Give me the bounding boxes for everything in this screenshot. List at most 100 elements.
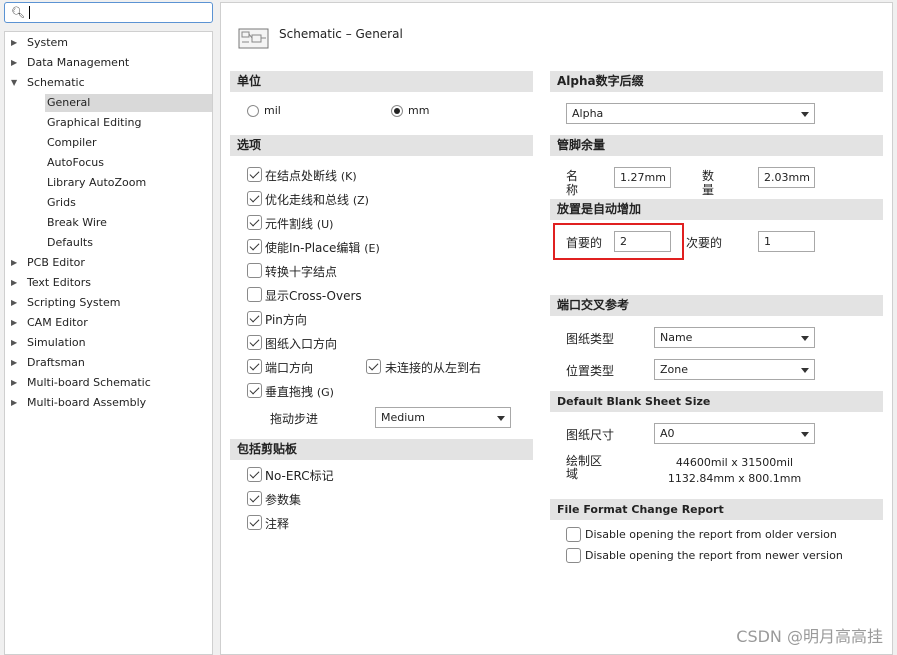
pin-number-margin-input[interactable]: 2.03mm bbox=[758, 167, 815, 188]
tree-item-graphical-editing[interactable]: Graphical Editing bbox=[45, 114, 212, 132]
secondary-increment-input[interactable]: 1 bbox=[758, 231, 815, 252]
pin-number-margin-label: 数量 bbox=[702, 169, 715, 197]
tree-item-label: Text Editors bbox=[27, 276, 92, 289]
primary-increment-label: 首要的 bbox=[566, 236, 603, 250]
search-icon: 🔍︎ bbox=[11, 6, 25, 19]
tree-item-label: Graphical Editing bbox=[47, 116, 142, 129]
sheet-type-select[interactable]: Name bbox=[654, 327, 815, 348]
primary-increment-input[interactable]: 2 bbox=[614, 231, 671, 252]
tree-item-general[interactable]: General bbox=[45, 94, 212, 112]
alpha-suffix-value: Alpha bbox=[572, 107, 604, 120]
expand-arrow-icon[interactable]: ▶ bbox=[11, 354, 17, 372]
dropdown-arrow-icon bbox=[801, 368, 809, 373]
disable-newer-version-report-checkbox[interactable] bbox=[566, 548, 581, 563]
tree-item-cam-editor[interactable]: ▶ CAM Editor bbox=[5, 314, 212, 332]
tree-item-multi-board-assembly[interactable]: ▶ Multi-board Assembly bbox=[5, 394, 212, 412]
option-label: 元件割线 (U) bbox=[265, 217, 334, 231]
option-label: 图纸入口方向 bbox=[265, 337, 338, 351]
expand-arrow-icon[interactable]: ▶ bbox=[11, 334, 17, 352]
pin-margin-section-header: 管脚余量 bbox=[550, 135, 883, 156]
tree-item-label: AutoFocus bbox=[47, 156, 104, 169]
tree-item-label: CAM Editor bbox=[27, 316, 88, 329]
option-label: 垂直拖拽 (G) bbox=[265, 385, 334, 399]
tree-item-label: Simulation bbox=[27, 336, 86, 349]
tree-item-draftsman[interactable]: ▶ Draftsman bbox=[5, 354, 212, 372]
dropdown-arrow-icon bbox=[801, 432, 809, 437]
display-cross-overs-checkbox[interactable] bbox=[247, 287, 262, 302]
drag-orthogonal-checkbox[interactable] bbox=[247, 383, 262, 398]
drawing-area-mm: 1132.84mm x 800.1mm bbox=[667, 472, 802, 485]
option-label: 优化走线和总线 (Z) bbox=[265, 193, 369, 207]
mil-radio-label: mil bbox=[264, 104, 281, 117]
option-label: 使能In-Place编辑 (E) bbox=[265, 241, 380, 255]
tree-item-label: PCB Editor bbox=[27, 256, 85, 269]
drawing-area-mil: 44600mil x 31500mil bbox=[675, 456, 794, 469]
tree-item-compiler[interactable]: Compiler bbox=[45, 134, 212, 152]
break-wires-at-junctions-checkbox[interactable] bbox=[247, 167, 262, 182]
watermark: CSDN @明月高高挂 bbox=[736, 627, 883, 646]
disable-older-version-report-checkbox[interactable] bbox=[566, 527, 581, 542]
convert-cross-junctions-checkbox[interactable] bbox=[247, 263, 262, 278]
option-label: Disable opening the report from older ve… bbox=[585, 528, 837, 541]
enable-in-place-editing-checkbox[interactable] bbox=[247, 239, 262, 254]
expand-arrow-icon[interactable]: ▶ bbox=[11, 34, 17, 52]
location-type-label: 位置类型 bbox=[566, 364, 615, 378]
location-type-select[interactable]: Zone bbox=[654, 359, 815, 380]
tree-item-label: Compiler bbox=[47, 136, 97, 149]
port-direction-checkbox[interactable] bbox=[247, 359, 262, 374]
option-label: 转换十字结点 bbox=[265, 265, 338, 279]
tree-item-system[interactable]: ▶ System bbox=[5, 34, 212, 52]
search-input[interactable]: 🔍︎ bbox=[4, 2, 213, 23]
tree-item-text-editors[interactable]: ▶ Text Editors bbox=[5, 274, 212, 292]
expand-arrow-icon[interactable]: ▶ bbox=[11, 54, 17, 72]
no-erc-markers-checkbox[interactable] bbox=[247, 467, 262, 482]
alpha-suffix-select[interactable]: Alpha bbox=[566, 103, 815, 124]
tree-item-label: General bbox=[47, 96, 91, 109]
notes-checkbox[interactable] bbox=[247, 515, 262, 530]
option-label: No-ERC标记 bbox=[265, 469, 334, 483]
page-title: Schematic – General bbox=[279, 27, 403, 41]
option-label: 在结点处断线 (K) bbox=[265, 169, 357, 183]
tree-item-label: Defaults bbox=[47, 236, 93, 249]
unconnected-left-to-right-checkbox[interactable] bbox=[366, 359, 381, 374]
tree-item-simulation[interactable]: ▶ Simulation bbox=[5, 334, 212, 352]
tree-item-pcb-editor[interactable]: ▶ PCB Editor bbox=[5, 254, 212, 272]
sheet-size-label: 图纸尺寸 bbox=[566, 428, 615, 442]
tree-item-multi-board-schematic[interactable]: ▶ Multi-board Schematic bbox=[5, 374, 212, 392]
expand-arrow-icon[interactable]: ▶ bbox=[11, 254, 17, 272]
mm-radio[interactable] bbox=[391, 105, 403, 117]
optimize-wires-buses-checkbox[interactable] bbox=[247, 191, 262, 206]
pin-direction-checkbox[interactable] bbox=[247, 311, 262, 326]
tree-item-library-autozoom[interactable]: Library AutoZoom bbox=[45, 174, 212, 192]
drag-step-select[interactable]: Medium bbox=[375, 407, 511, 428]
pin-name-margin-input[interactable]: 1.27mm bbox=[614, 167, 671, 188]
tree-item-label: Library AutoZoom bbox=[47, 176, 147, 189]
parameter-sets-checkbox[interactable] bbox=[247, 491, 262, 506]
location-type-value: Zone bbox=[660, 363, 689, 376]
expand-arrow-icon[interactable]: ▶ bbox=[11, 314, 17, 332]
dropdown-arrow-icon bbox=[801, 112, 809, 117]
pin-name-margin-label: 名称 bbox=[566, 169, 579, 197]
tree-item-scripting-system[interactable]: ▶ Scripting System bbox=[5, 294, 212, 312]
sheet-entry-direction-checkbox[interactable] bbox=[247, 335, 262, 350]
settings-panel: Schematic – General 单位 mil mm 选项 在结点处断线 … bbox=[220, 2, 893, 655]
tree-item-grids[interactable]: Grids bbox=[45, 194, 212, 212]
auto-increment-section-header: 放置是自动增加 bbox=[550, 199, 883, 220]
option-label: Disable opening the report from newer ve… bbox=[585, 549, 843, 562]
sheet-size-select[interactable]: A0 bbox=[654, 423, 815, 444]
tree-item-data-management[interactable]: ▶ Data Management bbox=[5, 54, 212, 72]
clipboard-section-header: 包括剪贴板 bbox=[230, 439, 533, 460]
components-cut-wires-checkbox[interactable] bbox=[247, 215, 262, 230]
tree-item-defaults[interactable]: Defaults bbox=[45, 234, 212, 252]
expand-arrow-icon[interactable]: ▶ bbox=[11, 274, 17, 292]
file-format-section-header: File Format Change Report bbox=[550, 499, 883, 520]
expand-arrow-icon[interactable]: ▶ bbox=[11, 394, 17, 412]
tree-item-schematic[interactable]: ▼ Schematic bbox=[5, 74, 212, 92]
tree-item-break-wire[interactable]: Break Wire bbox=[45, 214, 212, 232]
mil-radio[interactable] bbox=[247, 105, 259, 117]
expand-arrow-icon[interactable]: ▶ bbox=[11, 374, 17, 392]
collapse-arrow-icon[interactable]: ▼ bbox=[11, 74, 17, 92]
expand-arrow-icon[interactable]: ▶ bbox=[11, 294, 17, 312]
tree-item-autofocus[interactable]: AutoFocus bbox=[45, 154, 212, 172]
tree-item-label: Schematic bbox=[27, 76, 85, 89]
